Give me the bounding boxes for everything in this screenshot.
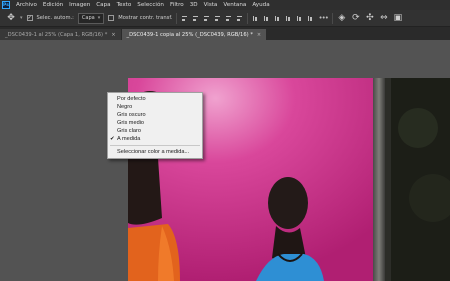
distribute-top-icon[interactable]	[252, 15, 259, 22]
align-top-icon[interactable]	[181, 15, 188, 22]
more-options-icon[interactable]: •••	[318, 14, 328, 22]
transform-controls-label: Mostrar contr. transf.	[118, 15, 173, 21]
menu-item-label: Seleccionar color a medida...	[117, 149, 190, 155]
menu-3d[interactable]: 3D	[187, 2, 201, 8]
auto-select-target-dropdown[interactable]: Capa ▾	[77, 12, 105, 24]
menu-item-label: Por defecto	[117, 96, 146, 102]
document-tab-active[interactable]: _DSC0439-1 copia al 25% (_DSC0439, RGB/1…	[121, 29, 267, 40]
close-icon[interactable]: ×	[111, 32, 115, 38]
checkmark-icon: ✔	[110, 136, 115, 142]
distribute-left-icon[interactable]	[285, 15, 292, 22]
menu-capa[interactable]: Capa	[93, 2, 113, 8]
align-left-icon[interactable]	[214, 15, 221, 22]
3d-mode-icon[interactable]: ◈	[337, 13, 347, 23]
menu-filtro[interactable]: Filtro	[167, 2, 187, 8]
menu-item-label: A medida	[117, 136, 141, 142]
slide-3d-icon[interactable]: ⇔	[379, 13, 389, 23]
align-vertical-center-icon[interactable]	[192, 15, 199, 22]
photoshop-logo-icon[interactable]: Ps	[2, 1, 10, 9]
chevron-down-icon[interactable]: ▾	[20, 15, 23, 21]
menu-imagen[interactable]: Imagen	[66, 2, 93, 8]
canvas-color-context-menu: Por defecto Negro Gris oscuro Gris medio…	[107, 92, 203, 159]
auto-select-target-value: Capa	[81, 15, 95, 21]
menu-item-label: Negro	[117, 104, 133, 110]
distribute-hcenter-icon[interactable]	[296, 15, 303, 22]
menu-seleccion[interactable]: Selección	[134, 2, 167, 8]
menu-bar: Ps Archivo Edición Imagen Capa Texto Sel…	[0, 0, 450, 10]
align-horizontal-center-icon[interactable]	[225, 15, 232, 22]
menu-item-label: Gris oscuro	[117, 112, 146, 118]
menu-item-por-defecto[interactable]: Por defecto	[108, 95, 202, 103]
menu-texto[interactable]: Texto	[114, 2, 135, 8]
canvas-workspace[interactable]: Por defecto Negro Gris oscuro Gris medio…	[0, 40, 450, 281]
menu-ayuda[interactable]: Ayuda	[249, 2, 272, 8]
menu-item-label: Gris claro	[117, 128, 141, 134]
move-icon[interactable]: ✥	[6, 13, 16, 23]
align-right-icon[interactable]	[236, 15, 243, 22]
menu-ventana[interactable]: Ventana	[220, 2, 249, 8]
menu-item-negro[interactable]: Negro	[108, 103, 202, 111]
menu-archivo[interactable]: Archivo	[13, 2, 40, 8]
menu-edicion[interactable]: Edición	[40, 2, 66, 8]
chevron-down-icon: ▾	[97, 15, 101, 21]
divider	[247, 12, 249, 24]
distribute-center-icon[interactable]	[263, 15, 270, 22]
menu-item-gris-oscuro[interactable]: Gris oscuro	[108, 111, 202, 119]
close-icon[interactable]: ×	[257, 32, 261, 38]
camera-3d-icon[interactable]: ▣	[393, 13, 403, 23]
auto-select-checkbox[interactable]	[26, 15, 33, 21]
transform-controls-checkbox[interactable]	[108, 15, 115, 21]
distribute-bottom-icon[interactable]	[274, 15, 281, 22]
document-tab-bar: _DSC0439-1 al 25% (Capa 1, RGB/16) * × _…	[0, 27, 450, 40]
auto-select-label: Selec. autom.:	[36, 15, 74, 21]
menu-item-gris-medio[interactable]: Gris medio	[108, 119, 202, 127]
document-tab-label: _DSC0439-1 copia al 25% (_DSC0439, RGB/1…	[126, 31, 253, 38]
menu-vista[interactable]: Vista	[201, 2, 221, 8]
options-bar: ✥ ▾ Selec. autom.: Capa ▾ Mostrar contr.…	[0, 10, 450, 27]
align-bottom-icon[interactable]	[203, 15, 210, 22]
menu-separator	[110, 145, 200, 146]
divider	[176, 12, 178, 24]
divider	[331, 12, 333, 24]
document-tab[interactable]: _DSC0439-1 al 25% (Capa 1, RGB/16) * ×	[0, 29, 121, 40]
menu-item-gris-claro[interactable]: Gris claro	[108, 127, 202, 135]
menu-item-label: Gris medio	[117, 120, 145, 126]
document-tab-label: _DSC0439-1 al 25% (Capa 1, RGB/16) *	[5, 31, 108, 38]
menu-item-seleccionar-color[interactable]: Seleccionar color a medida...	[108, 148, 202, 156]
rotate-3d-icon[interactable]: ⟳	[351, 13, 361, 23]
distribute-right-icon[interactable]	[307, 15, 314, 22]
menu-item-a-medida[interactable]: ✔ A medida	[108, 135, 202, 143]
pan-3d-icon[interactable]: ✣	[365, 13, 375, 23]
